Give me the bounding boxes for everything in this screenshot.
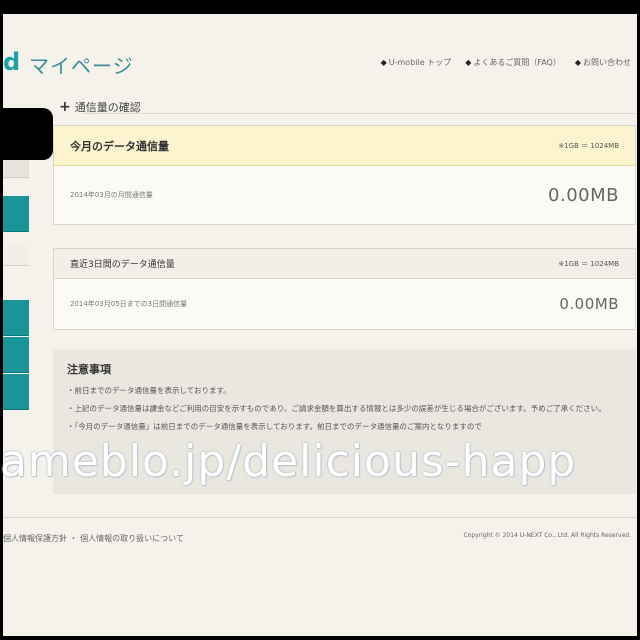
sidebar-item[interactable] bbox=[3, 337, 29, 373]
sidebar-item[interactable] bbox=[3, 196, 29, 232]
note-item: ・上記のデータ通信量は課金などご利用の目安を示すものであり、ご請求金額を算出する… bbox=[67, 404, 606, 413]
nav-link-label: よくあるご質問（FAQ） bbox=[473, 58, 561, 67]
note-item: ・「今月のデータ通信量」は前日までのデータ通信量を表示しております。前日までのデ… bbox=[67, 422, 482, 431]
nav-link-label: U-mobile トップ bbox=[388, 58, 452, 67]
recent-usage-header: 直近3日間のデータ通信量 ※1GB ＝ 1024MB bbox=[54, 249, 635, 279]
monthly-usage-header: 今月のデータ通信量 ※1GB ＝ 1024MB bbox=[54, 126, 635, 166]
nav-link-faq[interactable]: ◆ よくあるご質問（FAQ） bbox=[465, 57, 561, 68]
watermark-text: ameblo.jp/delicious-happ bbox=[0, 436, 577, 487]
mypage: d マイページ ◆ U-mobile トップ ◆ よくあるご質問（FAQ） ◆ … bbox=[3, 14, 637, 636]
plus-icon: + bbox=[59, 99, 71, 115]
footer-divider bbox=[3, 517, 637, 518]
recent-usage-body: 2014年03月05日までの3日間通信量 0.00MB bbox=[54, 279, 635, 329]
unit-note: ※1GB ＝ 1024MB bbox=[558, 141, 619, 150]
nav-link-label: お問い合わせ bbox=[583, 58, 631, 67]
monthly-usage-body: 2014年03月の月間通信量 0.00MB bbox=[54, 166, 635, 224]
monthly-usage-title: 今月のデータ通信量 bbox=[70, 139, 169, 153]
sidebar-item[interactable] bbox=[3, 244, 29, 266]
recent-usage-value: 0.00MB bbox=[559, 295, 619, 313]
recent-usage-card: 直近3日間のデータ通信量 ※1GB ＝ 1024MB 2014年03月05日まで… bbox=[53, 248, 636, 330]
notes-title: 注意事項 bbox=[67, 363, 111, 376]
redaction-block bbox=[3, 108, 53, 160]
footer-links[interactable]: 個人情報保護方針 ・ 個人情報の取り扱いについて bbox=[3, 533, 184, 544]
monthly-usage-card: 今月のデータ通信量 ※1GB ＝ 1024MB 2014年03月の月間通信量 0… bbox=[53, 125, 636, 225]
diamond-icon: ◆ bbox=[465, 58, 472, 67]
sidebar-item[interactable] bbox=[3, 374, 29, 410]
nav-link-contact[interactable]: ◆ お問い合わせ bbox=[575, 57, 631, 68]
page-title: マイページ bbox=[29, 54, 134, 78]
diamond-icon: ◆ bbox=[380, 58, 387, 67]
copyright: Copyright © 2014 U-NEXT Co., Ltd. All Ri… bbox=[463, 532, 631, 539]
sidebar-item[interactable] bbox=[3, 300, 29, 336]
recent-usage-period: 2014年03月05日までの3日間通信量 bbox=[70, 300, 188, 308]
screenshot-frame: d マイページ ◆ U-mobile トップ ◆ よくあるご質問（FAQ） ◆ … bbox=[0, 0, 640, 640]
recent-usage-title: 直近3日間のデータ通信量 bbox=[70, 260, 175, 270]
sidebar-item[interactable] bbox=[3, 160, 29, 178]
top-navigation: ◆ U-mobile トップ ◆ よくあるご質問（FAQ） ◆ お問い合わせ bbox=[381, 57, 631, 68]
diamond-icon: ◆ bbox=[574, 58, 581, 67]
monthly-usage-value: 0.00MB bbox=[548, 184, 619, 206]
unit-note: ※1GB ＝ 1024MB bbox=[558, 259, 619, 268]
section-divider bbox=[83, 113, 637, 114]
site-logo[interactable]: d bbox=[3, 48, 20, 76]
nav-link-top[interactable]: ◆ U-mobile トップ bbox=[381, 57, 452, 68]
monthly-usage-period: 2014年03月の月間通信量 bbox=[70, 191, 153, 199]
note-item: ・前日までのデータ通信量を表示しております。 bbox=[67, 386, 231, 395]
